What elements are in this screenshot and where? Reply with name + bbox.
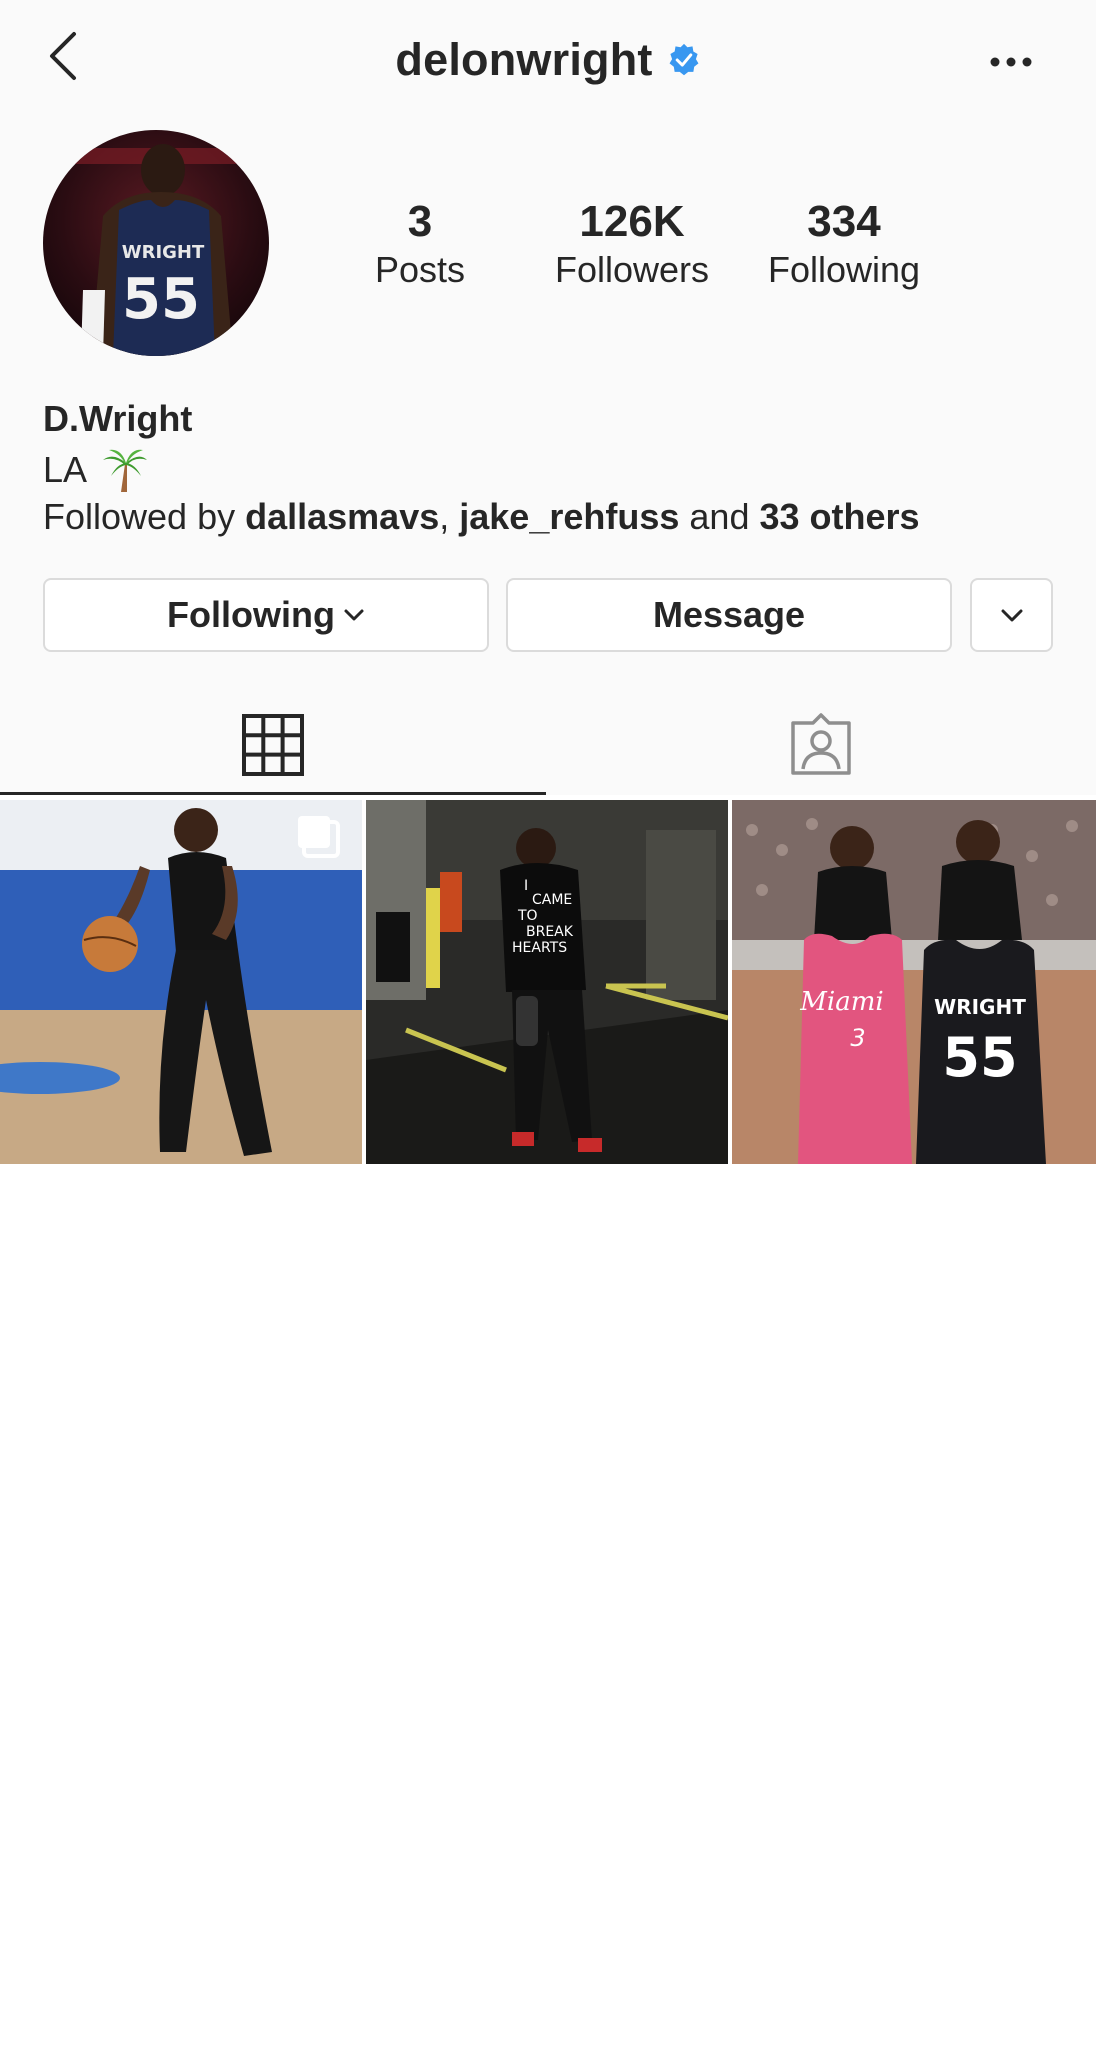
more-options-button[interactable] bbox=[988, 44, 1034, 80]
stat-followers-value: 126K bbox=[579, 197, 685, 246]
shirt-text-line: TO bbox=[517, 908, 538, 924]
stat-posts-label: Posts bbox=[374, 249, 466, 290]
followed-by-and: and bbox=[679, 496, 760, 537]
username-header: delonwright bbox=[0, 30, 1096, 90]
stat-followers[interactable]: 126K Followers bbox=[542, 196, 722, 292]
stat-posts-value: 3 bbox=[407, 197, 433, 246]
mutual-follower-link[interactable]: jake_rehfuss bbox=[459, 496, 679, 537]
tab-tagged[interactable] bbox=[546, 696, 1096, 794]
palm-tree-icon bbox=[103, 449, 148, 492]
post-thumbnail-3[interactable]: Miami 3 WRIGHT 55 bbox=[732, 800, 1096, 1164]
jersey-left-text: Miami bbox=[799, 987, 883, 1017]
following-button-label: Following bbox=[167, 594, 335, 635]
followed-by-separator: , bbox=[439, 496, 460, 537]
mutual-follower-link[interactable]: dallasmavs bbox=[245, 496, 439, 537]
shirt-text-line: I bbox=[524, 878, 528, 894]
stat-posts[interactable]: 3 Posts bbox=[330, 196, 510, 292]
stat-following[interactable]: 334 Following bbox=[754, 196, 934, 292]
more-dots-icon bbox=[990, 57, 1032, 67]
shirt-text-line: HEARTS bbox=[512, 940, 567, 956]
jersey-left-number: 3 bbox=[850, 1024, 865, 1052]
chevron-down-icon bbox=[1001, 609, 1022, 622]
followed-by-text[interactable]: Followed by dallasmavs, jake_rehfuss and… bbox=[43, 496, 920, 538]
location-text: LA bbox=[43, 449, 88, 490]
shirt-text-line: CAME bbox=[532, 892, 572, 908]
jersey-right-text: WRIGHT bbox=[934, 995, 1026, 1019]
message-button-label: Message bbox=[652, 594, 806, 635]
post-thumbnail-2[interactable]: I CAME TO BREAK HEARTS bbox=[366, 800, 728, 1164]
tab-grid[interactable] bbox=[0, 696, 546, 794]
message-button[interactable]: Message bbox=[506, 578, 952, 652]
grid-icon bbox=[242, 714, 304, 776]
profile-name: D.Wright bbox=[43, 398, 193, 439]
shirt-text-line: BREAK bbox=[526, 924, 574, 940]
following-button[interactable]: Following bbox=[43, 578, 489, 652]
active-tab-indicator bbox=[0, 792, 546, 795]
avatar[interactable]: WRIGHT 55 bbox=[43, 130, 269, 356]
stat-followers-label: Followers bbox=[554, 249, 710, 290]
profile-location: LA bbox=[43, 446, 149, 494]
mutual-followers-others-link[interactable]: 33 others bbox=[759, 496, 919, 537]
stat-following-value: 334 bbox=[807, 197, 881, 246]
jersey-right-number: 55 bbox=[942, 1026, 1017, 1089]
stat-following-label: Following bbox=[767, 249, 921, 290]
followed-by-prefix: Followed by bbox=[43, 496, 246, 537]
profile-header-area: delonwright WRIGHT 55 3 Posts 126K Follo… bbox=[0, 0, 1096, 795]
avatar-jersey-number: 55 bbox=[122, 267, 200, 332]
avatar-jersey-name: WRIGHT bbox=[122, 242, 205, 263]
verified-badge-icon bbox=[669, 43, 699, 76]
tagged-person-icon bbox=[791, 713, 851, 775]
suggested-accounts-button[interactable] bbox=[970, 578, 1053, 652]
chevron-down-icon bbox=[344, 609, 364, 621]
post-thumbnail-1[interactable] bbox=[0, 800, 362, 1164]
page-title: delonwright bbox=[395, 34, 653, 85]
